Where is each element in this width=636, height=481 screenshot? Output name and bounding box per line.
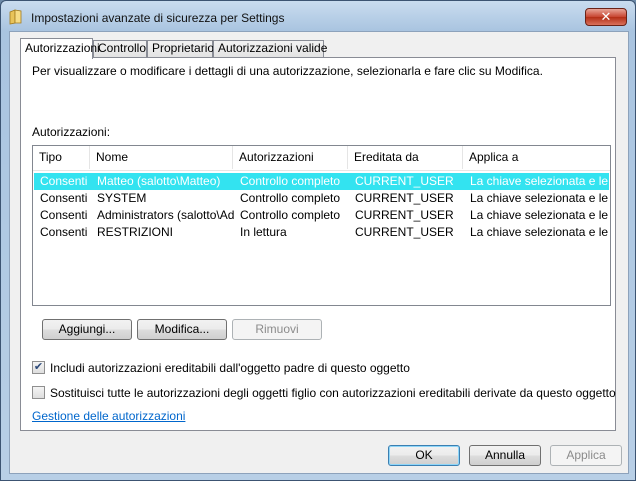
cell-applica-a: La chiave selezionata e le... (470, 208, 609, 222)
cell-tipo: Consenti (40, 208, 88, 222)
add-button[interactable]: Aggiungi... (42, 319, 132, 340)
cell-applica-a: La chiave selezionata e le... (470, 225, 609, 239)
table-row[interactable]: Consenti RESTRIZIONI In lettura CURRENT_… (34, 224, 609, 241)
table-row[interactable]: Consenti Matteo (salotto\Matteo) Control… (34, 173, 609, 190)
cell-nome: RESTRIZIONI (97, 225, 174, 239)
window-title: Impostazioni avanzate di sicurezza per S… (31, 11, 285, 25)
column-header-autorizzazioni[interactable]: Autorizzazioni (233, 146, 348, 169)
cell-ereditata-da: CURRENT_USER (355, 208, 454, 222)
cell-nome: SYSTEM (97, 191, 147, 205)
tab-autorizzazioni[interactable]: Autorizzazioni (20, 38, 100, 59)
replace-child-permissions-checkbox[interactable] (32, 386, 45, 399)
table-row[interactable]: Consenti Administrators (salotto\Ad... C… (34, 207, 609, 224)
tab-controllo[interactable]: Controllo (93, 40, 147, 57)
cell-ereditata-da: CURRENT_USER (355, 191, 454, 205)
edit-button[interactable]: Modifica... (137, 319, 227, 340)
remove-button[interactable]: Rimuovi (232, 319, 322, 340)
cell-applica-a: La chiave selezionata e le... (470, 191, 609, 205)
folder-icon (9, 9, 22, 25)
tab-proprietario[interactable]: Proprietario (147, 40, 214, 57)
tab-autorizzazioni-valide[interactable]: Autorizzazioni valide (213, 40, 327, 57)
cell-ereditata-da: CURRENT_USER (355, 225, 454, 239)
cell-nome: Administrators (salotto\Ad... (97, 208, 234, 222)
description-text: Per visualizzare o modificare i dettagli… (32, 64, 543, 78)
inherit-permissions-checkbox[interactable]: ✔ (32, 361, 45, 374)
cell-nome: Matteo (salotto\Matteo) (97, 174, 221, 188)
column-header-ereditata-da[interactable]: Ereditata da (348, 146, 463, 169)
column-header-nome[interactable]: Nome (90, 146, 233, 169)
cell-autorizzazioni: Controllo completo (240, 191, 341, 205)
title-bar[interactable]: Impostazioni avanzate di sicurezza per S… (1, 1, 635, 33)
check-mark-icon: ✔ (33, 361, 44, 373)
permissions-label: Autorizzazioni: (32, 125, 111, 139)
close-button[interactable]: ✕ (585, 8, 627, 26)
replace-child-permissions-label[interactable]: Sostituisci tutte le autorizzazioni degl… (50, 386, 616, 400)
dialog-window: Impostazioni avanzate di sicurezza per S… (0, 0, 636, 481)
cell-tipo: Consenti (40, 225, 88, 239)
cell-autorizzazioni: In lettura (240, 225, 287, 239)
cell-tipo: Consenti (40, 174, 88, 188)
cell-autorizzazioni: Controllo completo (240, 174, 341, 188)
apply-button[interactable]: Applica (550, 445, 622, 466)
column-header-tipo[interactable]: Tipo (33, 146, 90, 169)
cancel-button[interactable]: Annulla (469, 445, 541, 466)
column-header-applica-a[interactable]: Applica a (463, 146, 610, 169)
list-header: Tipo Nome Autorizzazioni Ereditata da Ap… (33, 146, 610, 171)
tab-panel: Per visualizzare o modificare i dettagli… (20, 57, 616, 431)
table-row[interactable]: Consenti SYSTEM Controllo completo CURRE… (34, 190, 609, 207)
manage-permissions-link[interactable]: Gestione delle autorizzazioni (32, 409, 185, 423)
cell-autorizzazioni: Controllo completo (240, 208, 341, 222)
cell-ereditata-da: CURRENT_USER (355, 174, 454, 188)
inherit-permissions-label[interactable]: Includi autorizzazioni ereditabili dall'… (50, 361, 410, 375)
permissions-list[interactable]: Tipo Nome Autorizzazioni Ereditata da Ap… (32, 145, 611, 306)
cell-tipo: Consenti (40, 191, 88, 205)
ok-button[interactable]: OK (388, 445, 460, 466)
cell-applica-a: La chiave selezionata e le... (470, 174, 609, 188)
close-icon: ✕ (600, 9, 612, 24)
dialog-client-area: Autorizzazioni Controllo Proprietario Au… (9, 31, 629, 474)
